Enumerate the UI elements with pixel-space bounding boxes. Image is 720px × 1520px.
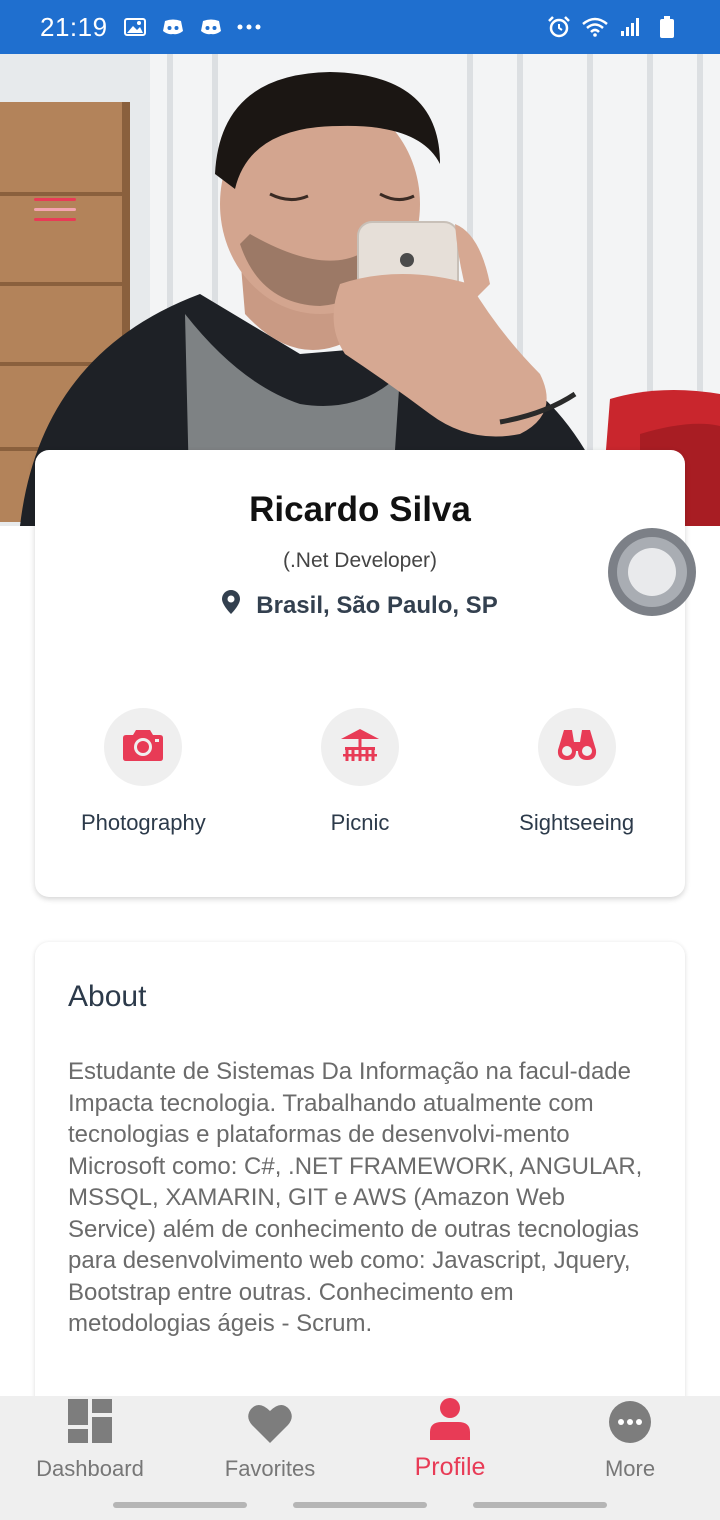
status-bar: 21:19 xyxy=(0,0,720,54)
discord-icon xyxy=(160,16,186,38)
interest-sightseeing[interactable]: Sightseeing xyxy=(468,708,685,836)
binoculars-icon xyxy=(556,728,598,767)
gesture-handle[interactable] xyxy=(113,1502,247,1508)
heart-icon xyxy=(248,1403,292,1448)
status-right-icons xyxy=(546,16,680,38)
camera-icon xyxy=(122,728,164,767)
nav-label: Favorites xyxy=(224,1456,316,1481)
nav-item-dashboard[interactable]: Dashboard xyxy=(0,1396,180,1492)
bottom-navigation: Dashboard Favorites Profile More xyxy=(0,1396,720,1520)
interest-label: Picnic xyxy=(330,810,390,835)
nav-label: More xyxy=(604,1456,656,1481)
about-title: About xyxy=(68,980,147,1013)
interest-label: Photography xyxy=(80,810,206,835)
person-icon xyxy=(428,1398,472,1445)
gesture-handles xyxy=(0,1502,720,1508)
nav-item-profile[interactable]: Profile xyxy=(360,1396,540,1492)
discord-icon xyxy=(198,16,224,38)
interest-label: Sightseeing xyxy=(519,810,635,835)
picnic-icon xyxy=(339,727,381,768)
image-icon xyxy=(122,16,148,38)
profile-name: Ricardo Silva xyxy=(249,490,471,529)
battery-icon xyxy=(654,16,680,38)
status-left-icons xyxy=(122,16,262,38)
alarm-icon xyxy=(546,16,572,38)
signal-icon xyxy=(618,16,644,38)
about-text: Estudante de Sistemas Da Informação na f… xyxy=(68,1058,643,1337)
nav-item-favorites[interactable]: Favorites xyxy=(180,1396,360,1492)
interest-photography[interactable]: Photography xyxy=(35,708,252,836)
nav-label: Dashboard xyxy=(36,1456,144,1481)
status-time: 21:19 xyxy=(40,11,108,42)
profile-card: Ricardo Silva (.Net Developer) Brasil, S… xyxy=(35,450,685,897)
profile-screen: 21:19 Ricardo Silva (.Net Developer) Bra… xyxy=(0,0,720,1520)
interest-picnic[interactable]: Picnic xyxy=(252,708,469,836)
interest-icon-circle xyxy=(537,708,616,786)
more-icon xyxy=(609,1401,651,1448)
profile-location: Brasil, São Paulo, SP xyxy=(35,590,685,621)
interests-row: Photography Picnic Sightseeing xyxy=(35,708,685,836)
location-text: Brasil, São Paulo, SP xyxy=(256,591,498,619)
interest-icon-circle xyxy=(320,708,399,786)
assistive-touch-button[interactable] xyxy=(608,528,696,616)
gesture-handle[interactable] xyxy=(293,1502,427,1508)
profile-role: (.Net Developer) xyxy=(282,549,438,572)
about-card: About Estudante de Sistemas Da Informaçã… xyxy=(35,942,685,1412)
hamburger-menu-icon[interactable] xyxy=(34,198,76,226)
more-dots-icon xyxy=(236,16,262,38)
map-pin-icon xyxy=(222,590,241,621)
nav-item-more[interactable]: More xyxy=(540,1396,720,1492)
nav-label: Profile xyxy=(414,1453,486,1481)
wifi-icon xyxy=(582,16,608,38)
gesture-handle[interactable] xyxy=(473,1502,607,1508)
interest-icon-circle xyxy=(104,708,183,786)
dashboard-icon xyxy=(68,1399,112,1448)
